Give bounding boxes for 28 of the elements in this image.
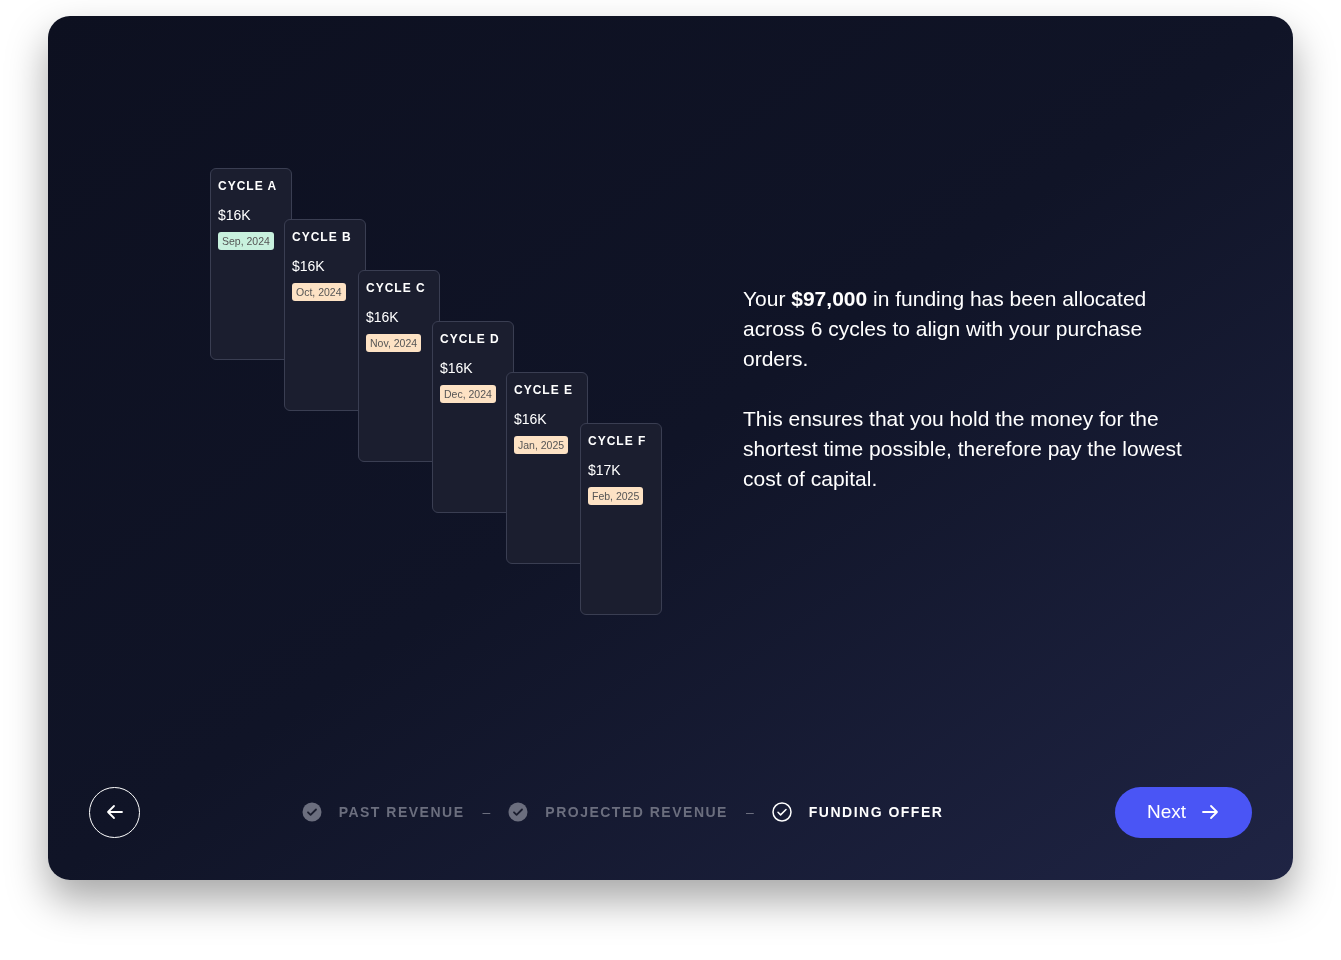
date-tag: Feb, 2025 — [588, 487, 644, 505]
cycle-title: CYCLE D — [440, 331, 500, 348]
step-separator: – — [745, 802, 754, 822]
cycle-title: CYCLE A — [218, 178, 278, 195]
date-tag: Sep, 2024 — [218, 232, 274, 250]
arrow-left-icon — [104, 802, 125, 822]
cycle-title: CYCLE E — [514, 382, 573, 399]
cycle-title: CYCLE C — [366, 280, 426, 297]
arrow-right-icon — [1200, 802, 1221, 822]
cycle-amount: $16K — [292, 257, 325, 276]
cycle-amount: $16K — [218, 206, 251, 225]
step-label: PROJECTED REVENUE — [545, 802, 728, 822]
cycle-amount: $16K — [514, 410, 547, 429]
step-label: PAST REVENUE — [338, 802, 465, 822]
cycle-amount: $16K — [366, 308, 399, 327]
cycle-amount: $16K — [440, 359, 473, 378]
date-tag: Jan, 2025 — [514, 436, 569, 454]
date-tag: Dec, 2024 — [440, 385, 496, 403]
cycle-amount: $17K — [588, 461, 621, 480]
description-paragraph: Your $97,000 in funding has been allocated across 6 cycles to align with your purchase orders. — [743, 286, 1148, 372]
next-button[interactable]: Next — [1115, 786, 1252, 838]
cycle-title: CYCLE F — [588, 433, 647, 450]
step-separator: – — [482, 802, 491, 822]
date-tag: Nov, 2024 — [366, 334, 422, 352]
step-label: FUNDING OFFER — [808, 802, 944, 822]
cycle-title: CYCLE B — [292, 229, 352, 246]
description-paragraph: This ensures that you hold the money for the shortest time possible, therefore pay the lowest cost of capital. — [743, 406, 1183, 492]
date-tag: Oct, 2024 — [292, 283, 346, 301]
